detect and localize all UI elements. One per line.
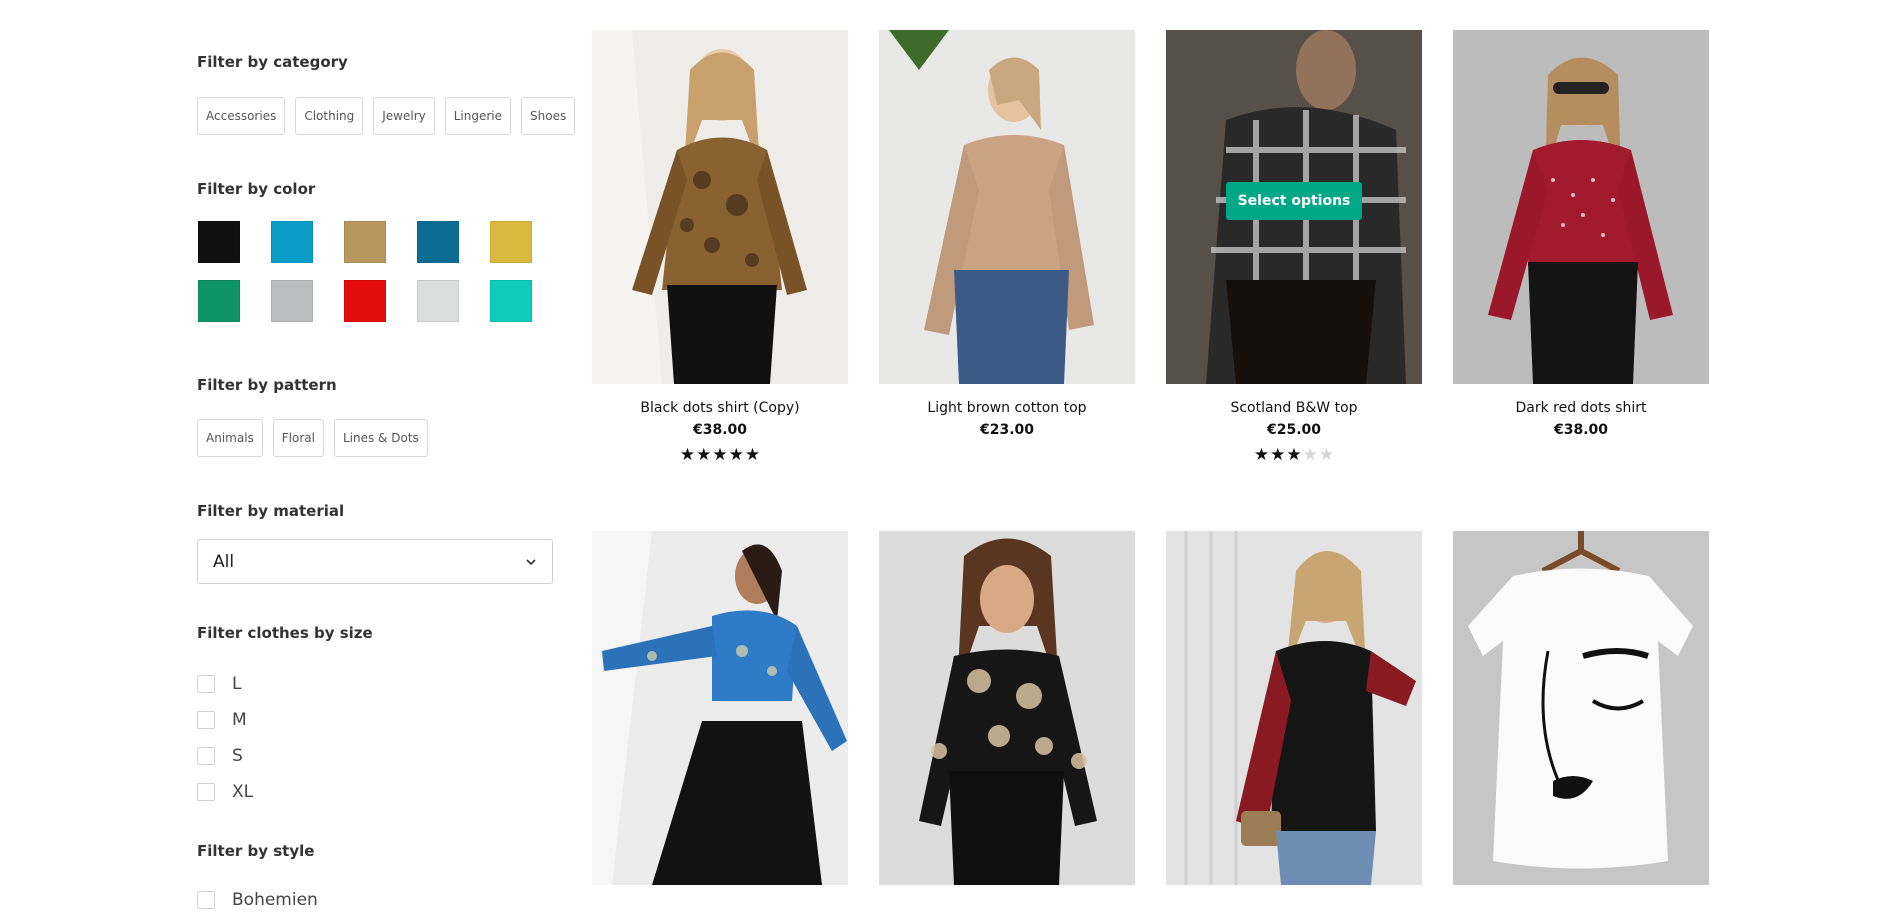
star-icon: ★ [679,445,696,465]
color-swatch[interactable] [490,280,532,322]
color-swatches [198,221,532,322]
size-option-s[interactable]: S [197,738,253,774]
category-chip-lingerie[interactable]: Lingerie [444,97,512,135]
product-image[interactable] [592,30,848,384]
size-label: L [232,674,242,694]
select-options-button[interactable]: Select options [1226,182,1362,220]
category-chip-accessories[interactable]: Accessories [197,97,286,135]
color-swatch[interactable] [344,280,386,322]
material-select[interactable]: All [197,539,553,584]
product-image[interactable] [879,30,1135,384]
product-card[interactable] [1166,531,1422,901]
style-label: Bohemien [232,890,318,910]
pattern-chip-animals[interactable]: Animals [197,419,263,457]
product-card[interactable]: Black dots shirt (Copy) €38.00 ★ ★ ★ ★ ★ [592,30,848,464]
category-chip-clothing[interactable]: Clothing [295,97,364,135]
color-swatch[interactable] [271,221,313,263]
rating-stars: ★ ★ ★ ★ ★ [592,447,848,464]
product-image[interactable] [1453,30,1709,384]
star-icon: ★ [1302,445,1318,465]
size-option-xl[interactable]: XL [197,774,253,810]
product-card[interactable] [1453,531,1709,901]
color-swatch[interactable] [198,280,240,322]
size-options: L M S XL [197,666,253,810]
category-chip-shoes[interactable]: Shoes [521,97,576,135]
product-price: €38.00 [692,422,748,438]
size-label: M [232,710,247,730]
product-name[interactable]: Dark red dots shirt [1453,400,1709,416]
color-filter-title: Filter by color [197,180,316,198]
color-swatch[interactable] [271,280,313,322]
color-swatch[interactable] [198,221,240,263]
size-checkbox[interactable] [197,747,215,765]
size-checkbox[interactable] [197,783,215,801]
rating-stars: ★ ★ ★ ★ ★ [1166,447,1422,464]
product-card[interactable]: Select options Scotland B&W top €25.00 ★… [1166,30,1422,464]
product-image[interactable]: Select options [1166,30,1422,384]
product-card[interactable]: Light brown cotton top €23.00 [879,30,1135,438]
category-chip-jewelry[interactable]: Jewelry [373,97,435,135]
size-option-m[interactable]: M [197,702,253,738]
star-icon: ★ [1253,445,1270,465]
product-card[interactable] [879,531,1135,901]
chevron-down-icon [526,558,536,565]
product-price: €38.00 [1553,422,1609,438]
color-swatch[interactable] [490,221,532,263]
product-image[interactable] [1453,531,1709,885]
color-swatch[interactable] [344,221,386,263]
product-image[interactable] [879,531,1135,885]
pattern-filter-title: Filter by pattern [197,376,337,394]
color-swatch[interactable] [417,280,459,322]
pattern-chip-lines-dots[interactable]: Lines & Dots [333,419,428,457]
star-icon: ★ [696,445,712,465]
product-name[interactable]: Light brown cotton top [879,400,1135,416]
pattern-chips: Animals Floral Lines & Dots [197,419,428,457]
category-filter-title: Filter by category [197,53,348,71]
product-card[interactable]: Dark red dots shirt €38.00 [1453,30,1709,438]
product-image[interactable] [592,531,848,885]
star-icon: ★ [1318,445,1335,465]
star-icon: ★ [728,445,744,465]
product-image[interactable] [1166,531,1422,885]
star-icon: ★ [744,445,761,465]
size-label: S [232,746,243,766]
style-filter-title: Filter by style [197,842,315,860]
size-label: XL [232,782,254,802]
product-price: €25.00 [1266,422,1322,438]
star-icon: ★ [712,445,728,465]
star-icon: ★ [1286,445,1302,465]
color-swatch[interactable] [417,221,459,263]
style-options: Bohemien [197,882,318,918]
material-select-value: All [213,551,235,572]
product-name[interactable]: Black dots shirt (Copy) [592,400,848,416]
size-checkbox[interactable] [197,675,215,693]
material-filter-title: Filter by material [197,502,345,520]
size-option-l[interactable]: L [197,666,253,702]
product-price: €23.00 [979,422,1035,438]
star-icon: ★ [1270,445,1286,465]
style-option-bohemien[interactable]: Bohemien [197,882,318,918]
pattern-chip-floral[interactable]: Floral [272,419,324,457]
product-name[interactable]: Scotland B&W top [1166,400,1422,416]
size-filter-title: Filter clothes by size [197,624,373,642]
style-checkbox[interactable] [197,891,215,909]
product-card[interactable] [592,531,848,901]
size-checkbox[interactable] [197,711,215,729]
category-chips: Accessories Clothing Jewelry Lingerie Sh… [197,97,576,135]
